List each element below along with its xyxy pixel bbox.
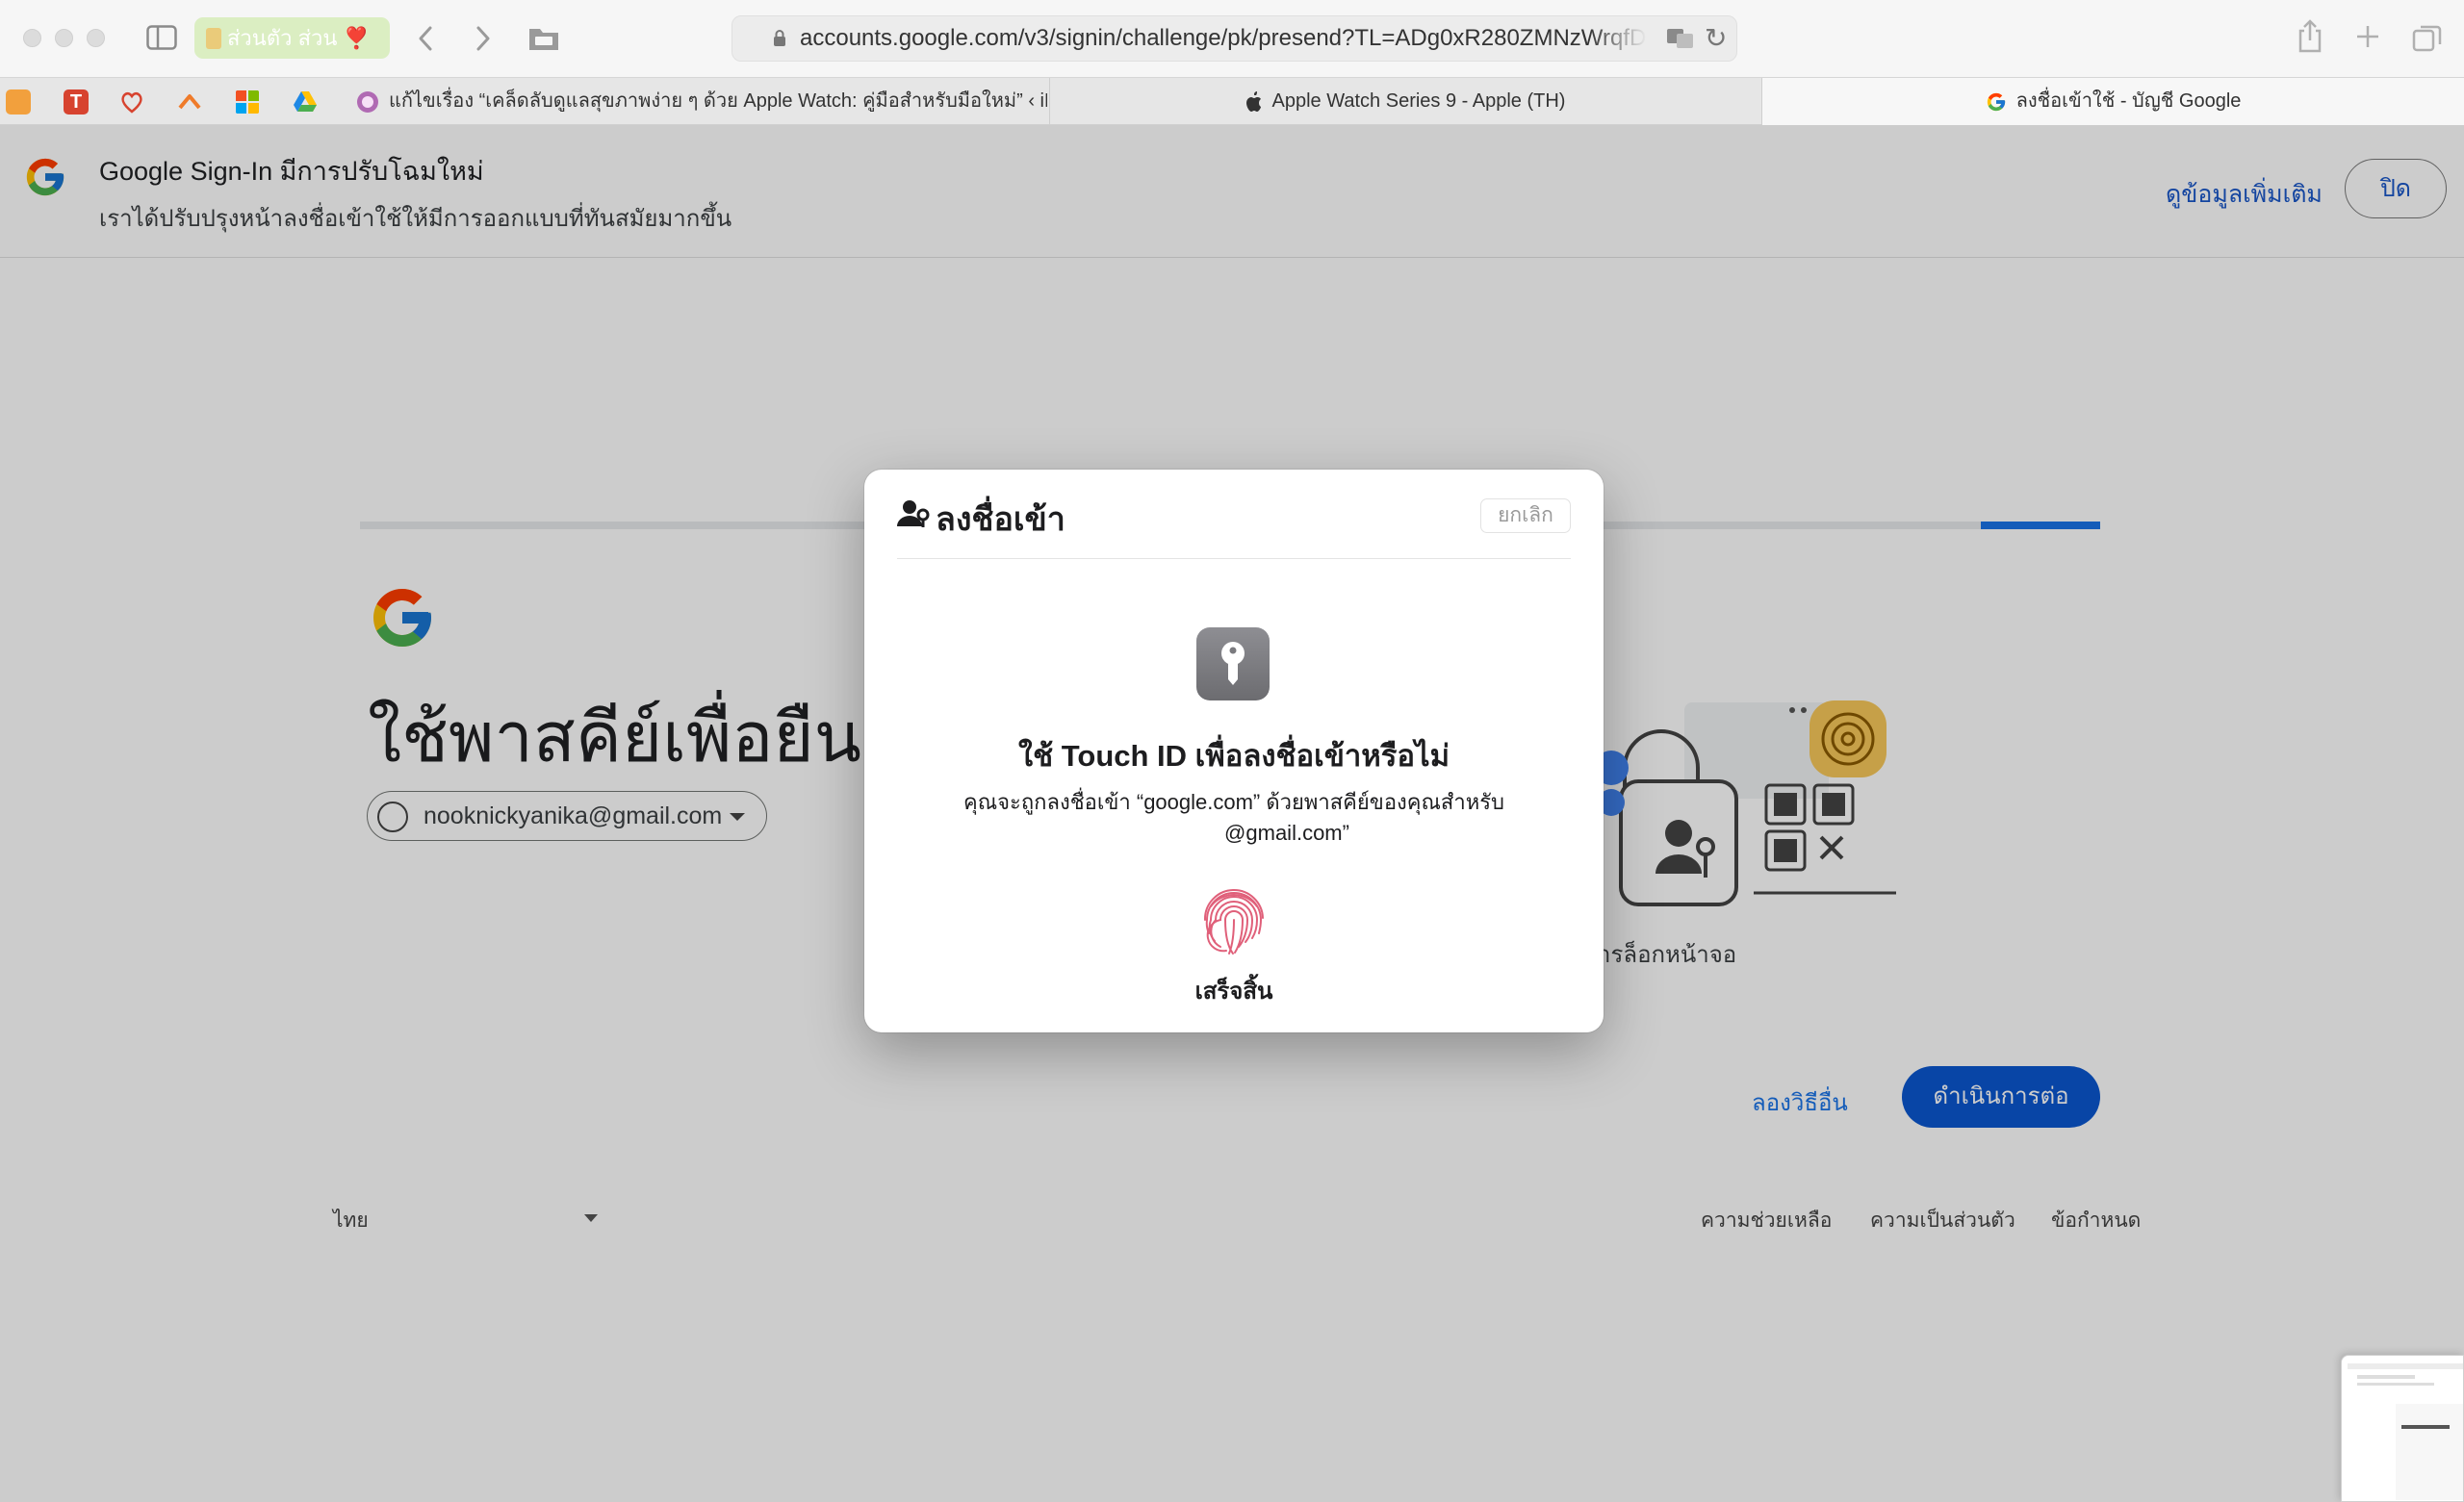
imore-site-icon — [357, 90, 378, 113]
chevron-up-app-icon[interactable] — [177, 89, 202, 115]
cancel-button[interactable]: ยกเลิก — [1480, 498, 1571, 533]
tab-label: แก้ไขเรื่อง “เคล็ดลับดูแลสุขภาพง่าย ๆ ด้… — [389, 90, 1047, 112]
thumbnail-card — [2396, 1404, 2463, 1500]
thumbnail-heading — [2401, 1425, 2450, 1429]
apple-logo-icon — [1245, 90, 1261, 112]
translate-icon[interactable] — [1666, 28, 1695, 49]
lock-icon — [774, 30, 785, 46]
red-t-icon[interactable]: T — [64, 89, 89, 115]
dialog-description-line: @gmail.com” — [1224, 821, 1349, 845]
tab-apple-watch[interactable]: Apple Watch Series 9 - Apple (TH) — [1051, 78, 1759, 125]
passwords-key-icon — [1196, 627, 1270, 700]
tab-separator — [1049, 78, 1050, 125]
window-minimize-button[interactable] — [55, 29, 73, 47]
user-key-icon — [897, 500, 930, 527]
microsoft-icon[interactable] — [235, 89, 260, 115]
share-icon[interactable] — [2297, 19, 2323, 54]
thumbnail-line — [2357, 1383, 2434, 1386]
tab-label: Apple Watch Series 9 - Apple (TH) — [1271, 90, 1566, 112]
url-text: accounts.google.com/v3/signin/challenge/… — [800, 16, 1647, 61]
profile-label: ส่วนตัว ส่วน ❣️ — [227, 26, 370, 50]
screenshot-thumbnail[interactable] — [2341, 1355, 2464, 1502]
tab-google-signin[interactable]: ลงชื่อเข้าใช้ - บัญชี Google — [1762, 78, 2464, 125]
orange-square-icon[interactable] — [6, 89, 31, 115]
forward-arrow-icon[interactable] — [474, 25, 493, 52]
tab-label: ลงชื่อเข้าใช้ - บัญชี Google — [2015, 90, 2242, 112]
back-arrow-icon[interactable] — [416, 25, 435, 52]
window-zoom-button[interactable] — [87, 29, 105, 47]
new-tab-icon[interactable] — [2354, 23, 2381, 50]
window-close-button[interactable] — [23, 29, 41, 47]
tab-bar: T แก้ไขเรื่อง “เคล็ดลับดูแลสุขภาพง่าย ๆ … — [0, 77, 2464, 125]
tab-overview-icon[interactable] — [2412, 23, 2443, 52]
dialog-divider — [897, 558, 1571, 559]
dialog-question: ใช้ Touch ID เพื่อลงชื่อเข้าหรือไม่ — [1017, 739, 1450, 773]
dialog-description: คุณจะถูกลงชื่อเข้า “google.com” ด้วยพาสค… — [951, 787, 1517, 849]
google-logo-icon — [1987, 92, 2005, 111]
tab-imore-edit[interactable]: แก้ไขเรื่อง “เคล็ดลับดูแลสุขภาพง่าย ๆ ด้… — [356, 78, 1047, 125]
dialog-status: เสร็จสิ้น — [1194, 979, 1273, 1005]
heart-app-icon[interactable] — [119, 89, 144, 115]
sidebar-toggle-icon[interactable] — [146, 25, 177, 50]
tab-group-icon[interactable] — [527, 23, 560, 52]
thumbnail-toolbar — [2348, 1363, 2463, 1369]
profile-pill[interactable]: ส่วนตัว ส่วน ❣️ — [194, 17, 390, 59]
address-bar[interactable]: accounts.google.com/v3/signin/challenge/… — [732, 15, 1737, 62]
touch-id-dialog: ลงชื่อเข้า ยกเลิก ใช้ Touch ID เพื่อลงชื… — [864, 470, 1604, 1032]
browser-toolbar: ส่วนตัว ส่วน ❣️ accounts.google.com/v3/s… — [0, 0, 2464, 77]
reload-icon[interactable]: ↻ — [1705, 22, 1727, 55]
dialog-title: ลงชื่อเข้า — [936, 501, 1065, 538]
dialog-description-line: คุณจะถูกลงชื่อเข้า “google.com” ด้วยพาสค… — [963, 790, 1504, 814]
thumbnail-line — [2357, 1375, 2415, 1379]
fingerprint-icon[interactable] — [1195, 881, 1272, 958]
google-drive-icon[interactable] — [293, 89, 318, 115]
profile-badge-icon — [206, 28, 221, 49]
